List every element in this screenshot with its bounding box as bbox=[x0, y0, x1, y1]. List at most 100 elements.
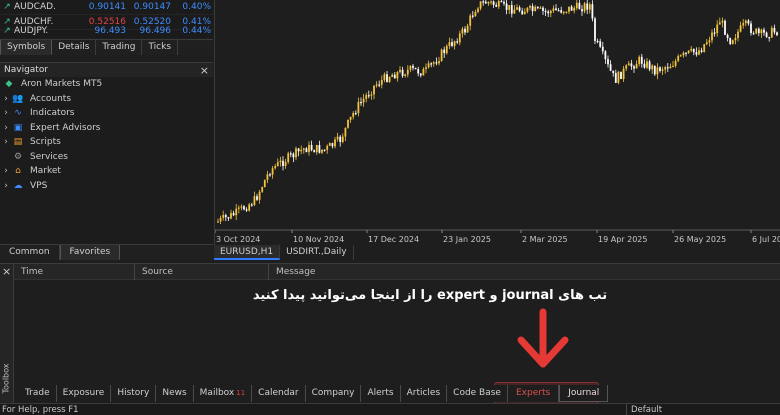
chevron-right-icon[interactable]: › bbox=[0, 123, 12, 133]
column-source[interactable]: Source bbox=[135, 264, 269, 280]
candle-body bbox=[505, 3, 508, 10]
candle-body bbox=[334, 139, 336, 147]
sidebar-item-scripts[interactable]: › ▤ Scripts bbox=[0, 135, 213, 150]
sidebar-item-accounts[interactable]: › 👥 Accounts bbox=[0, 92, 213, 107]
sidebar-item-services[interactable]: ⚙ Services bbox=[0, 150, 213, 165]
candle-body bbox=[700, 50, 703, 52]
candle-body bbox=[391, 74, 394, 78]
candle-body bbox=[672, 65, 674, 68]
candle-body bbox=[224, 215, 227, 218]
candle-body bbox=[399, 69, 401, 73]
tab-mailbox[interactable]: Mailbox 11 bbox=[194, 385, 253, 402]
tab-label: Code Base bbox=[453, 388, 501, 398]
tab-label: News bbox=[162, 388, 187, 398]
candle-body bbox=[487, 2, 490, 4]
candle-body bbox=[495, 4, 498, 7]
candle-body bbox=[747, 20, 750, 24]
candle-body bbox=[565, 11, 568, 13]
tab-calendar[interactable]: Calendar bbox=[252, 385, 306, 402]
status-help-text: For Help, press F1 bbox=[2, 405, 79, 415]
chevron-right-icon[interactable]: › bbox=[0, 181, 12, 191]
candle-body bbox=[534, 6, 537, 12]
chevron-right-icon[interactable]: › bbox=[0, 108, 12, 118]
candlestick-chart[interactable]: 3 Oct 2024 10 Nov 2024 17 Dec 2024 23 Jan 2… bbox=[215, 0, 780, 245]
close-icon[interactable]: × bbox=[200, 64, 209, 77]
candle-body bbox=[386, 74, 388, 82]
scripts-icon: ▤ bbox=[13, 137, 23, 148]
tab-code-base[interactable]: Code Base bbox=[447, 385, 508, 402]
candle-body bbox=[256, 196, 258, 200]
candle-body bbox=[383, 74, 386, 80]
candle-body bbox=[432, 62, 435, 64]
candle-body bbox=[365, 95, 368, 99]
candle-body bbox=[614, 72, 617, 83]
candle-body bbox=[305, 148, 308, 153]
chevron-right-icon[interactable]: › bbox=[0, 94, 12, 104]
tab-details[interactable]: Details bbox=[52, 40, 97, 55]
chevron-right-icon[interactable]: › bbox=[0, 166, 12, 176]
candle-body bbox=[235, 208, 238, 216]
tab-company[interactable]: Company bbox=[306, 385, 362, 402]
candle-body bbox=[313, 150, 316, 153]
tab-exposure[interactable]: Exposure bbox=[57, 385, 112, 402]
tab-alerts[interactable]: Alerts bbox=[361, 385, 401, 402]
market-row[interactable]: ↗ AUDCAD. 0.90141 0.90147 0.40% bbox=[0, 0, 213, 15]
sidebar-item-label: Indicators bbox=[30, 108, 75, 119]
navigator-root[interactable]: ◆ Aron Markets MT5 bbox=[0, 77, 213, 92]
tab-chart-usdirt[interactable]: USDIRT.,Daily bbox=[280, 245, 354, 260]
tab-common[interactable]: Common bbox=[0, 245, 60, 260]
tab-label: History bbox=[117, 388, 150, 398]
candle-body bbox=[438, 61, 440, 64]
status-profile[interactable]: Default bbox=[626, 404, 662, 415]
candle-body bbox=[573, 8, 576, 11]
column-message[interactable]: Message bbox=[269, 264, 780, 280]
candle-body bbox=[620, 71, 622, 79]
market-row[interactable]: ↗ AUDJPY. 96.493 96.496 0.44% bbox=[0, 24, 213, 38]
column-time[interactable]: Time bbox=[14, 264, 135, 280]
candle-body bbox=[261, 187, 264, 192]
sidebar-item-market[interactable]: › ⌂ Market bbox=[0, 164, 213, 179]
close-icon[interactable]: × bbox=[2, 265, 11, 278]
candle-body bbox=[568, 6, 570, 12]
candle-body bbox=[289, 153, 292, 155]
candle-body bbox=[674, 60, 677, 66]
candle-body bbox=[646, 61, 648, 68]
candle-body bbox=[276, 162, 279, 167]
tab-journal[interactable]: Journal bbox=[559, 385, 609, 402]
sidebar-item-label: Market bbox=[30, 166, 61, 177]
candle-body bbox=[396, 72, 399, 79]
candle-body bbox=[219, 217, 222, 222]
tab-news[interactable]: News bbox=[156, 385, 194, 402]
tab-history[interactable]: History bbox=[111, 385, 157, 402]
toolbox-sidebar: × Toolbox bbox=[0, 264, 14, 404]
candle-body bbox=[765, 32, 768, 38]
chevron-right-icon[interactable]: › bbox=[0, 137, 12, 147]
ask-price: 96.496 bbox=[139, 26, 172, 36]
candle-body bbox=[430, 63, 433, 65]
candle-body bbox=[679, 55, 682, 57]
candle-body bbox=[560, 10, 563, 13]
candle-body bbox=[456, 41, 459, 43]
candle-body bbox=[375, 84, 378, 86]
tab-trading[interactable]: Trading bbox=[96, 40, 143, 55]
price-chart[interactable]: 3 Oct 2024 10 Nov 2024 17 Dec 2024 23 Jan 2… bbox=[214, 0, 780, 245]
candle-body bbox=[250, 204, 253, 206]
candle-body bbox=[633, 66, 635, 69]
tab-chart-eurusd[interactable]: EURUSD,H1 bbox=[214, 245, 281, 260]
tab-ticks[interactable]: Ticks bbox=[142, 40, 179, 55]
candle-body bbox=[695, 52, 698, 55]
candle-body bbox=[656, 67, 659, 75]
tab-articles[interactable]: Articles bbox=[401, 385, 448, 402]
tab-experts[interactable]: Experts bbox=[508, 385, 560, 402]
sidebar-item-expert-advisors[interactable]: › ▣ Expert Advisors bbox=[0, 121, 213, 136]
tab-symbols[interactable]: Symbols bbox=[0, 40, 53, 55]
tab-favorites[interactable]: Favorites bbox=[59, 245, 121, 260]
candle-body bbox=[773, 27, 776, 33]
candle-body bbox=[419, 73, 422, 76]
tab-trade[interactable]: Trade bbox=[19, 385, 57, 402]
candle-body bbox=[547, 11, 550, 14]
candle-body bbox=[557, 10, 560, 12]
candle-body bbox=[757, 28, 760, 34]
sidebar-item-vps[interactable]: › ☁ VPS bbox=[0, 179, 213, 194]
sidebar-item-indicators[interactable]: › ∿ Indicators bbox=[0, 106, 213, 121]
